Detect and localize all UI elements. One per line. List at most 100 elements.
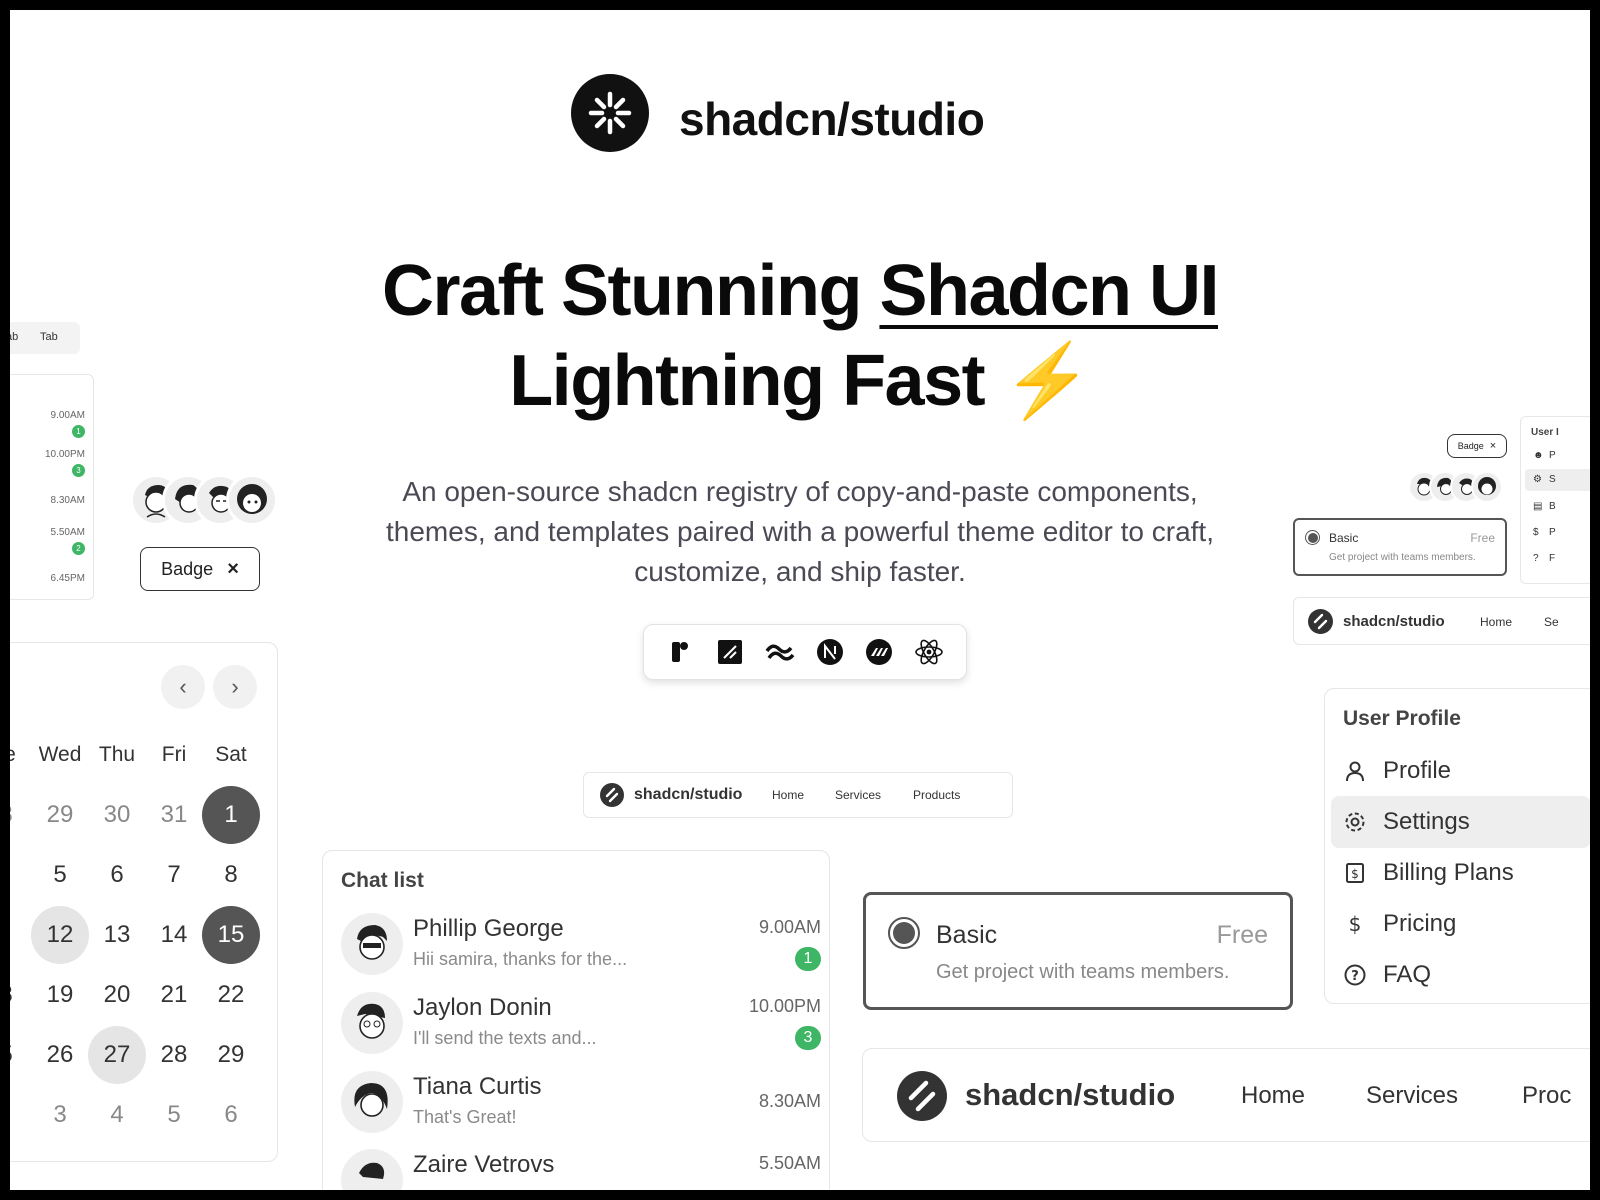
nav-link-home[interactable]: Home	[1241, 1082, 1305, 1110]
calendar-day-selected[interactable]: 15	[202, 906, 260, 964]
chat-list-item[interactable]: Tiana Curtis That's Great! 8.30AM	[341, 1071, 821, 1141]
nav-link-products[interactable]: Proc	[1522, 1082, 1571, 1110]
radio-button[interactable]	[888, 917, 920, 949]
react-icon[interactable]	[914, 637, 944, 667]
calendar-day[interactable]: 19	[31, 966, 89, 1024]
weekday-header: Fri	[161, 743, 187, 766]
weekday-header: Wed	[38, 743, 82, 766]
gear-icon	[1345, 812, 1365, 832]
menu-item-label[interactable]: F	[1549, 553, 1555, 564]
calendar-day[interactable]: 3	[31, 1086, 89, 1144]
calendar-day[interactable]: 5	[145, 1086, 203, 1144]
navbar-small: shadcn/studio Home Services Products	[583, 772, 1013, 818]
badge[interactable]: Badge ×	[140, 547, 260, 591]
menu-item-label: Profile	[1383, 757, 1452, 784]
dollar-icon[interactable]: $	[1533, 527, 1539, 538]
mini-count: 1	[72, 425, 85, 438]
calendar-day[interactable]: 31	[145, 786, 203, 844]
calendar-day-selected[interactable]: 1	[202, 786, 260, 844]
tab-fragment-2[interactable]: Tab	[40, 331, 58, 343]
calendar-day[interactable]: 22	[202, 966, 260, 1024]
plan-option-card[interactable]: Basic Free Get project with teams member…	[863, 892, 1293, 1010]
menu-item-billing[interactable]: $ Billing Plans	[1331, 847, 1590, 899]
help-circle-icon[interactable]: ?	[1533, 553, 1539, 564]
calendar-day[interactable]: 13	[88, 906, 146, 964]
nav-link-products[interactable]: Products	[913, 788, 960, 802]
close-icon[interactable]: ×	[227, 558, 239, 581]
menu-item-faq[interactable]: ? FAQ	[1331, 949, 1590, 1001]
motion-icon[interactable]	[864, 637, 894, 667]
calendar-day[interactable]: 8	[202, 846, 260, 904]
close-icon[interactable]: ×	[1490, 440, 1496, 452]
calendar-day[interactable]: 6	[202, 1086, 260, 1144]
navbar-brand[interactable]: shadcn/studio	[1343, 613, 1445, 630]
shadcn-icon[interactable]	[715, 637, 745, 667]
plan-option-card-small[interactable]: Basic Free Get project with teams member…	[1293, 518, 1507, 576]
chevron-right-icon[interactable]: ›	[213, 665, 257, 709]
brand-logo-icon[interactable]	[1308, 609, 1333, 634]
calendar-day[interactable]: 26	[31, 1026, 89, 1084]
chat-message-preview: I'll send the texts and...	[413, 1028, 597, 1048]
calendar-day[interactable]: 29	[31, 786, 89, 844]
nav-link-home[interactable]: Home	[772, 788, 804, 802]
user-profile-menu-small: User I ☻ P ⚙ S ▤ B $ P ? F	[1520, 416, 1590, 584]
billing-icon[interactable]: ▤	[1533, 501, 1542, 512]
plan-price: Free	[1470, 531, 1495, 545]
tailwind-icon[interactable]	[765, 637, 795, 667]
tab-fragment-1[interactable]: ab	[10, 331, 18, 343]
nav-link-services[interactable]: Services	[1366, 1082, 1458, 1110]
mini-time: 5.50AM	[50, 527, 85, 538]
calendar-day[interactable]: 29	[202, 1026, 260, 1084]
chevron-left-icon[interactable]: ‹	[161, 665, 205, 709]
menu-item-label: Settings	[1383, 808, 1470, 835]
calendar-day[interactable]: 14	[145, 906, 203, 964]
mini-time: 6.45PM	[50, 573, 85, 584]
calendar-day[interactable]: 6	[88, 846, 146, 904]
brand-logo-icon[interactable]	[600, 783, 624, 807]
user-icon[interactable]: ☻	[1533, 450, 1544, 461]
nav-link-services[interactable]: Services	[835, 788, 881, 802]
menu-item-active[interactable]: ⚙ S	[1525, 469, 1590, 491]
chat-contact-name: Phillip George	[413, 915, 564, 942]
calendar-day[interactable]: 30	[88, 786, 146, 844]
mini-time: 8.30AM	[50, 495, 85, 506]
svg-text:$: $	[1349, 912, 1362, 936]
svg-text:$: $	[1351, 867, 1359, 881]
chat-list-item[interactable]: Zaire Vetrovs 5.50AM	[341, 1149, 821, 1190]
figma-icon[interactable]	[666, 637, 696, 667]
menu-item-label[interactable]: P	[1549, 527, 1556, 538]
calendar-day[interactable]: 4	[88, 1086, 146, 1144]
calendar-day-today[interactable]: 27	[88, 1026, 146, 1084]
badge-small[interactable]: Badge ×	[1447, 434, 1507, 458]
menu-item-profile[interactable]: Profile	[1331, 745, 1590, 797]
menu-item-pricing[interactable]: $ Pricing	[1331, 898, 1590, 950]
calendar-day[interactable]: 21	[145, 966, 203, 1024]
navbar-brand[interactable]: shadcn/studio	[965, 1077, 1175, 1113]
brand-logo-icon[interactable]	[897, 1071, 947, 1121]
chat-time: 10.00PM	[748, 996, 821, 1016]
chat-list: Chat list Phillip George Hii samira, tha…	[322, 850, 830, 1190]
nextjs-icon[interactable]	[815, 637, 845, 667]
avatar	[341, 1071, 403, 1133]
nav-link-home[interactable]: Home	[1480, 615, 1512, 629]
navbar-brand[interactable]: shadcn/studio	[634, 786, 742, 804]
brand-logo-icon[interactable]	[571, 74, 649, 152]
menu-item-label[interactable]: B	[1549, 501, 1556, 512]
menu-item-label[interactable]: P	[1549, 450, 1556, 461]
nav-link-services[interactable]: Se	[1544, 615, 1559, 629]
calendar-day[interactable]: 28	[145, 1026, 203, 1084]
calendar-day-highlighted[interactable]: 12	[31, 906, 89, 964]
avatar[interactable]	[226, 474, 278, 526]
calendar-day[interactable]: 20	[88, 966, 146, 1024]
weekday-header: Thu	[98, 743, 136, 766]
chat-list-item[interactable]: Phillip George Hii samira, thanks for th…	[341, 913, 821, 983]
hero-subtitle: An open-source shadcn registry of copy-a…	[386, 476, 1214, 587]
billing-icon: $	[1346, 863, 1364, 883]
calendar-day[interactable]: 7	[145, 846, 203, 904]
chat-list-item[interactable]: Jaylon Donin I'll send the texts and... …	[341, 992, 821, 1062]
avatar[interactable]	[1471, 471, 1503, 503]
plan-name: Basic	[1329, 531, 1359, 545]
menu-item-settings[interactable]: Settings	[1331, 796, 1590, 848]
calendar-day[interactable]: 5	[31, 846, 89, 904]
radio-button[interactable]	[1305, 530, 1320, 545]
